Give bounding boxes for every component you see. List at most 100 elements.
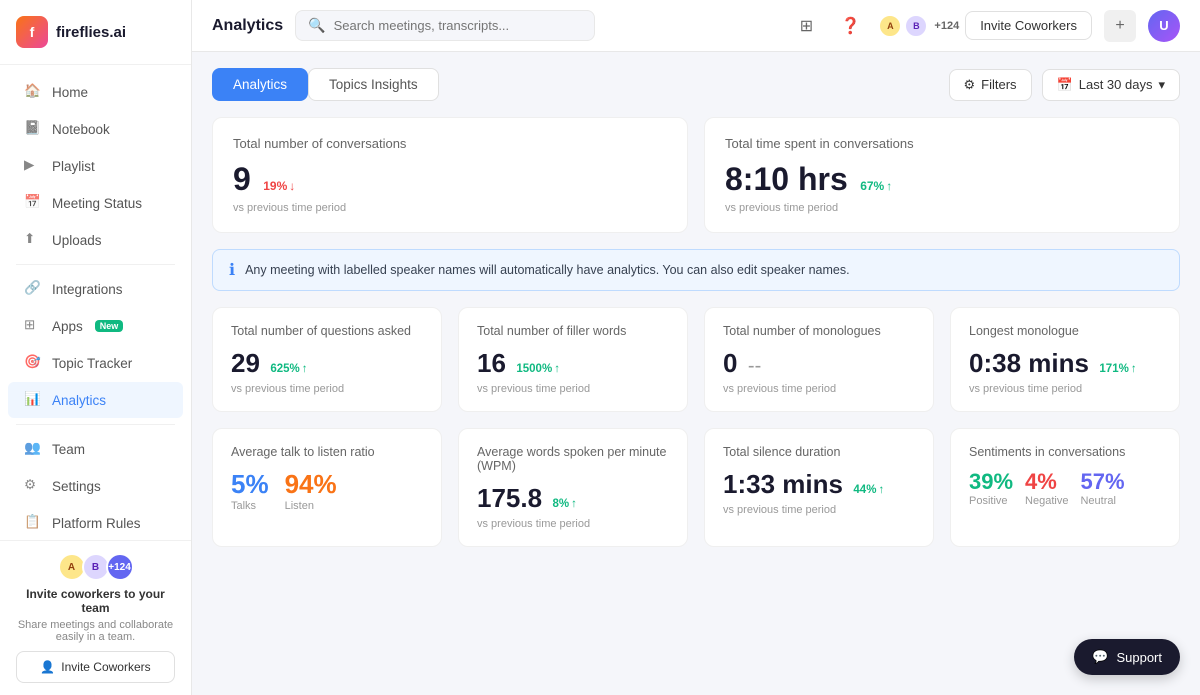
stat-time-vs: vs previous time period — [725, 202, 1159, 214]
metric-silence-value-row: 1:33 mins 44%↑ — [723, 469, 915, 500]
positive-group: 39% Positive — [969, 469, 1013, 507]
metric-questions-change: 625%↑ — [270, 363, 307, 375]
metric-card-wpm: Average words spoken per minute (WPM) 17… — [458, 428, 688, 547]
tab-row: Analytics Topics Insights ⚙ Filters 📅 La… — [212, 68, 1180, 101]
sidebar-item-uploads[interactable]: ⬆ Uploads — [8, 222, 183, 258]
filter-group: ⚙ Filters 📅 Last 30 days ▾ — [949, 69, 1180, 101]
metric-talk-ratio-title: Average talk to listen ratio — [231, 445, 423, 459]
sidebar-item-notebook[interactable]: 📓 Notebook — [8, 111, 183, 147]
topbar: Analytics 🔍 ⊞ ❓ A B +124 Invite Coworker… — [192, 0, 1200, 52]
neutral-value: 57% — [1080, 469, 1124, 494]
user-avatar[interactable]: U — [1148, 10, 1180, 42]
metric-silence-title: Total silence duration — [723, 445, 915, 459]
sidebar-item-home[interactable]: 🏠 Home — [8, 74, 183, 110]
metric-wpm-vs: vs previous time period — [477, 518, 669, 530]
positive-label: Positive — [969, 495, 1013, 507]
talks-value: 5% — [231, 469, 269, 499]
negative-value: 4% — [1025, 469, 1057, 494]
sidebar-item-playlist[interactable]: ▶ Playlist — [8, 148, 183, 184]
negative-group: 4% Negative — [1025, 469, 1068, 507]
sidebar-item-label: Playlist — [52, 159, 95, 174]
neutral-group: 57% Neutral — [1080, 469, 1124, 507]
sidebar-item-label: Home — [52, 85, 88, 100]
metric-silence-vs: vs previous time period — [723, 504, 915, 516]
sidebar: f fireflies.ai 🏠 Home 📓 Notebook ▶ Playl… — [0, 0, 192, 695]
sidebar-item-topic-tracker[interactable]: 🎯 Topic Tracker — [8, 345, 183, 381]
metric-longest-title: Longest monologue — [969, 324, 1161, 338]
topic-tracker-icon: 🎯 — [24, 354, 42, 372]
topbar-avatar-count: +124 — [934, 20, 959, 32]
sidebar-item-analytics[interactable]: 📊 Analytics — [8, 382, 183, 418]
top-stats-row: Total number of conversations 9 19%↓ vs … — [212, 117, 1180, 233]
topbar-avatar-1: A — [878, 14, 902, 38]
nav-divider-2 — [16, 424, 175, 425]
invite-coworkers-footer-button[interactable]: 👤 Invite Coworkers — [16, 651, 175, 683]
stat-conversations-title: Total number of conversations — [233, 136, 667, 151]
nav-divider — [16, 264, 175, 265]
apps-icon: ⊞ — [24, 317, 42, 335]
info-banner: ℹ Any meeting with labelled speaker name… — [212, 249, 1180, 291]
info-banner-text: Any meeting with labelled speaker names … — [245, 263, 850, 277]
sidebar-item-integrations[interactable]: 🔗 Integrations — [8, 271, 183, 307]
date-range-button[interactable]: 📅 Last 30 days ▾ — [1042, 69, 1180, 101]
logo-text: fireflies.ai — [56, 24, 126, 41]
metric-card-questions: Total number of questions asked 29 625%↑… — [212, 307, 442, 412]
sidebar-item-label: Integrations — [52, 282, 123, 297]
metrics-grid-row1: Total number of questions asked 29 625%↑… — [212, 307, 1180, 412]
sidebar-item-label: Topic Tracker — [52, 356, 132, 371]
sidebar-item-label: Meeting Status — [52, 196, 142, 211]
metric-card-talk-ratio: Average talk to listen ratio 5% Talks 94… — [212, 428, 442, 547]
invite-coworkers-group: A B +124 Invite Coworkers — [878, 11, 1092, 40]
invite-coworkers-topbar-button[interactable]: Invite Coworkers — [965, 11, 1092, 40]
sidebar-item-team[interactable]: 👥 Team — [8, 431, 183, 467]
sentiment-values: 39% Positive 4% Negative 57% Neutral — [969, 469, 1161, 507]
metrics-grid-row2: Average talk to listen ratio 5% Talks 94… — [212, 428, 1180, 547]
metric-wpm-value: 175.8 — [477, 483, 542, 513]
apps-new-badge: New — [95, 320, 124, 332]
sidebar-nav: 🏠 Home 📓 Notebook ▶ Playlist 📅 Meeting S… — [0, 65, 191, 540]
support-label: Support — [1116, 650, 1162, 665]
metric-filler-value-row: 16 1500%↑ — [477, 348, 669, 379]
sidebar-item-label: Team — [52, 442, 85, 457]
platform-rules-icon: 📋 — [24, 514, 42, 532]
listen-value: 94% — [285, 469, 337, 499]
negative-label: Negative — [1025, 495, 1068, 507]
support-icon: 💬 — [1092, 649, 1108, 665]
sidebar-item-apps[interactable]: ⊞ Apps New — [8, 308, 183, 344]
tab-topics-insights[interactable]: Topics Insights — [308, 68, 439, 101]
metric-longest-value-row: 0:38 mins 171%↑ — [969, 348, 1161, 379]
sidebar-item-platform-rules[interactable]: 📋 Platform Rules — [8, 505, 183, 540]
add-button[interactable]: + — [1104, 10, 1136, 42]
filter-icon: ⚙ — [964, 77, 976, 93]
sidebar-item-label: Analytics — [52, 393, 106, 408]
stat-time-value-row: 8:10 hrs 67%↑ — [725, 161, 1159, 198]
search-box[interactable]: 🔍 — [295, 10, 595, 41]
analytics-icon: 📊 — [24, 391, 42, 409]
sidebar-item-label: Apps — [52, 319, 83, 334]
metric-questions-title: Total number of questions asked — [231, 324, 423, 338]
stat-time-change: 67%↑ — [860, 179, 892, 193]
logo: f fireflies.ai — [0, 0, 191, 65]
metric-monologues-title: Total number of monologues — [723, 324, 915, 338]
filters-button[interactable]: ⚙ Filters — [949, 69, 1032, 101]
uploads-icon: ⬆ — [24, 231, 42, 249]
metric-card-filler: Total number of filler words 16 1500%↑ v… — [458, 307, 688, 412]
metric-wpm-value-row: 175.8 8%↑ — [477, 483, 669, 514]
notebook-icon: 📓 — [24, 120, 42, 138]
grid-icon-button[interactable]: ⊞ — [790, 10, 822, 42]
topbar-actions: ⊞ ❓ A B +124 Invite Coworkers + U — [790, 10, 1180, 42]
tabs: Analytics Topics Insights — [212, 68, 439, 101]
playlist-icon: ▶ — [24, 157, 42, 175]
support-button[interactable]: 💬 Support — [1074, 639, 1180, 675]
search-input[interactable] — [334, 18, 583, 33]
sidebar-item-meeting-status[interactable]: 📅 Meeting Status — [8, 185, 183, 221]
tab-analytics[interactable]: Analytics — [212, 68, 308, 101]
metric-monologues-value-row: 0 -- — [723, 348, 915, 379]
team-icon: 👥 — [24, 440, 42, 458]
sidebar-footer: A B +124 Invite coworkers to your team S… — [0, 540, 191, 695]
sidebar-item-label: Notebook — [52, 122, 110, 137]
sidebar-item-settings[interactable]: ⚙ Settings — [8, 468, 183, 504]
metric-wpm-change: 8%↑ — [553, 498, 577, 510]
metric-card-silence: Total silence duration 1:33 mins 44%↑ vs… — [704, 428, 934, 547]
help-icon-button[interactable]: ❓ — [834, 10, 866, 42]
